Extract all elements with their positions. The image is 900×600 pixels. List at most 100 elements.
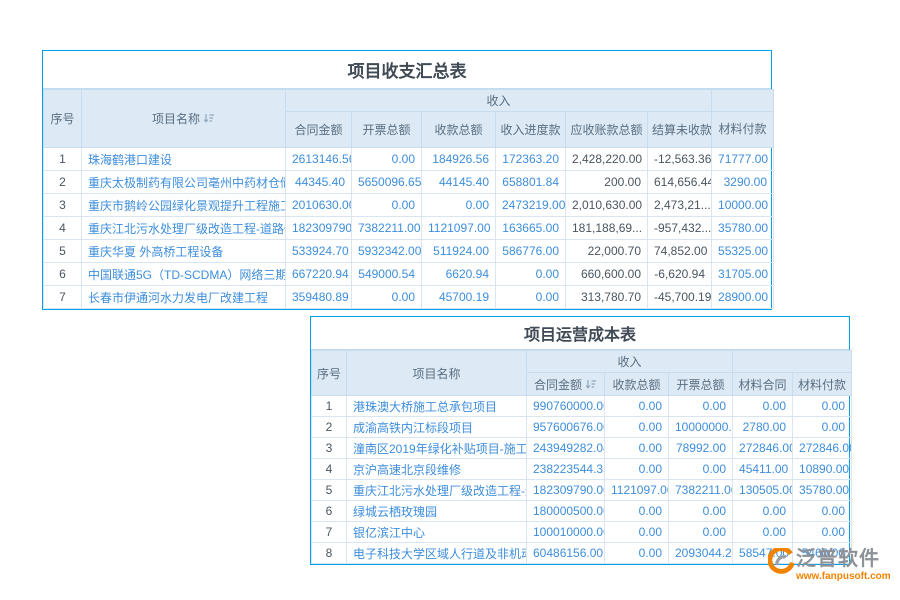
value-cell: 10890.00 [793, 459, 852, 480]
fanpu-url: www.fanpusoft.com [796, 571, 891, 582]
value-cell: 0.00 [496, 286, 566, 309]
fanpu-logo-icon [768, 548, 794, 579]
project-name-link[interactable]: 潼南区2019年绿化补贴项目-施工2标段 [347, 438, 527, 459]
value-cell: 990760000.00 [527, 396, 605, 417]
value-cell: 0.00 [605, 459, 669, 480]
value-cell: 511924.00 [422, 240, 496, 263]
value-cell: 182309790.0 [286, 217, 352, 240]
value-cell: 0.00 [669, 501, 733, 522]
col-header-receivable[interactable]: 应收账款总额 [566, 112, 648, 148]
summary-table: 序号 项目名称 收入 合同金额 开票总额 收款总额 收入进度款 应收账款总额 结… [43, 89, 774, 309]
project-name-link[interactable]: 绿城云栖玫瑰园 [347, 501, 527, 522]
col-header-invoiced[interactable]: 开票总额 [352, 112, 422, 148]
value-cell: 28900.00 [712, 286, 774, 309]
value-cell: 3290.00 [712, 171, 774, 194]
value-cell: 35780.00 [712, 217, 774, 240]
col-header-received[interactable]: 收款总额 [605, 373, 669, 396]
project-name-link[interactable]: 京沪高速北京段维修 [347, 459, 527, 480]
value-cell: 163665.00 [496, 217, 566, 240]
project-name-link[interactable]: 重庆华夏 外高桥工程设备 [82, 240, 286, 263]
value-cell: 0.00 [669, 459, 733, 480]
col-header-material-pay[interactable]: 材料付款 [712, 112, 774, 148]
group-header-income: 收入 [527, 351, 733, 373]
row-index-cell: 4 [44, 217, 82, 240]
row-index-cell: 2 [44, 171, 82, 194]
value-cell: 6620.94 [422, 263, 496, 286]
col-header-unsettled[interactable]: 结算未收款 [648, 112, 712, 148]
value-cell: 0.00 [605, 396, 669, 417]
project-name-link[interactable]: 珠海鹤港口建设 [82, 148, 286, 171]
value-cell: 0.00 [793, 501, 852, 522]
col-header-project-name[interactable]: 项目名称 [347, 351, 527, 396]
row-index-cell: 3 [44, 194, 82, 217]
project-name-link[interactable]: 重庆太极制药有限公司亳州中药材仓储物流 [82, 171, 286, 194]
project-name-link[interactable]: 中国联通5G（TD-SCDMA）网络三期四川工 [82, 263, 286, 286]
value-cell: 0.00 [605, 522, 669, 543]
value-cell: 359480.89 [286, 286, 352, 309]
value-cell: 5650096.65 [352, 171, 422, 194]
project-name-link[interactable]: 港珠澳大桥施工总承包项目 [347, 396, 527, 417]
value-cell: 100010000.00 [527, 522, 605, 543]
row-index-cell: 5 [44, 240, 82, 263]
value-cell: 313,780.70 [566, 286, 648, 309]
project-name-link[interactable]: 重庆江北污水处理厂级改造工程-道路修复 [347, 480, 527, 501]
value-cell: 5932342.00 [352, 240, 422, 263]
project-name-link[interactable]: 重庆市鹅岭公园绿化景观提升工程施工 [82, 194, 286, 217]
value-cell: 533924.70 [286, 240, 352, 263]
col-header-progress[interactable]: 收入进度款 [496, 112, 566, 148]
value-cell: 45411.00 [733, 459, 793, 480]
value-cell: 0.00 [605, 501, 669, 522]
col-header-received[interactable]: 收款总额 [422, 112, 496, 148]
value-cell: 957600676.00 [527, 417, 605, 438]
row-index-cell: 1 [312, 396, 347, 417]
col-header-index: 序号 [44, 90, 82, 148]
table-row: 1港珠澳大桥施工总承包项目990760000.000.000.000.000.0… [312, 396, 852, 417]
sort-icon[interactable] [585, 379, 597, 393]
value-cell: 60486156.00 [527, 543, 605, 564]
value-cell: 44345.40 [286, 171, 352, 194]
value-cell: 7382211.00 [352, 217, 422, 240]
sort-icon[interactable] [203, 113, 215, 127]
fanpu-logo-text: 泛普软件 www.fanpusoft.com [796, 548, 891, 582]
col-header-material-pay[interactable]: 材料付款 [793, 373, 852, 396]
value-cell: 172363.20 [496, 148, 566, 171]
value-cell: 2473219.00 [496, 194, 566, 217]
project-name-link[interactable]: 长春市伊通河水力发电厂改建工程 [82, 286, 286, 309]
table-row: 3重庆市鹅岭公园绿化景观提升工程施工2010630.000.000.002473… [44, 194, 774, 217]
table-row: 4重庆江北污水处理厂级改造工程-道路修复工182309790.07382211.… [44, 217, 774, 240]
col-header-contract[interactable]: 合同金额 [286, 112, 352, 148]
value-cell: 2,428,220.00 [566, 148, 648, 171]
cost-table-title: 项目运营成本表 [311, 317, 849, 350]
col-header-invoiced[interactable]: 开票总额 [669, 373, 733, 396]
summary-table-title: 项目收支汇总表 [43, 51, 771, 89]
value-cell: 74,852.00 [648, 240, 712, 263]
row-index-cell: 2 [312, 417, 347, 438]
value-cell: 0.00 [733, 522, 793, 543]
value-cell: 78992.00 [669, 438, 733, 459]
operating-cost-panel: 项目运营成本表 序号 项目名称 收入 合同金额 收款总额 开票总额 材料合同 材… [310, 316, 850, 565]
value-cell: 71777.00 [712, 148, 774, 171]
row-index-cell: 7 [312, 522, 347, 543]
col-header-project-name-label: 项目名称 [152, 112, 200, 126]
value-cell: -957,432... [648, 217, 712, 240]
project-name-link[interactable]: 电子科技大学区域人行道及非机动车道工 [347, 543, 527, 564]
col-header-material-contract[interactable]: 材料合同 [733, 373, 793, 396]
project-name-link[interactable]: 成渝高铁内江标段项目 [347, 417, 527, 438]
value-cell: 10000000.00 [669, 417, 733, 438]
value-cell: 0.00 [733, 501, 793, 522]
project-name-link[interactable]: 银亿滨江中心 [347, 522, 527, 543]
row-index-cell: 8 [312, 543, 347, 564]
col-header-contract[interactable]: 合同金额 [527, 373, 605, 396]
row-index-cell: 1 [44, 148, 82, 171]
value-cell: 549000.54 [352, 263, 422, 286]
value-cell: 0.00 [793, 396, 852, 417]
col-header-project-name[interactable]: 项目名称 [82, 90, 286, 148]
value-cell: -45,700.19 [648, 286, 712, 309]
value-cell: 7382211.00 [669, 480, 733, 501]
value-cell: -6,620.94 [648, 263, 712, 286]
table-row: 2成渝高铁内江标段项目957600676.000.0010000000.0027… [312, 417, 852, 438]
project-name-link[interactable]: 重庆江北污水处理厂级改造工程-道路修复工 [82, 217, 286, 240]
table-row: 2重庆太极制药有限公司亳州中药材仓储物流44345.405650096.6544… [44, 171, 774, 194]
value-cell: 1121097.00 [422, 217, 496, 240]
table-row: 3潼南区2019年绿化补贴项目-施工2标段243949282.040.00789… [312, 438, 852, 459]
